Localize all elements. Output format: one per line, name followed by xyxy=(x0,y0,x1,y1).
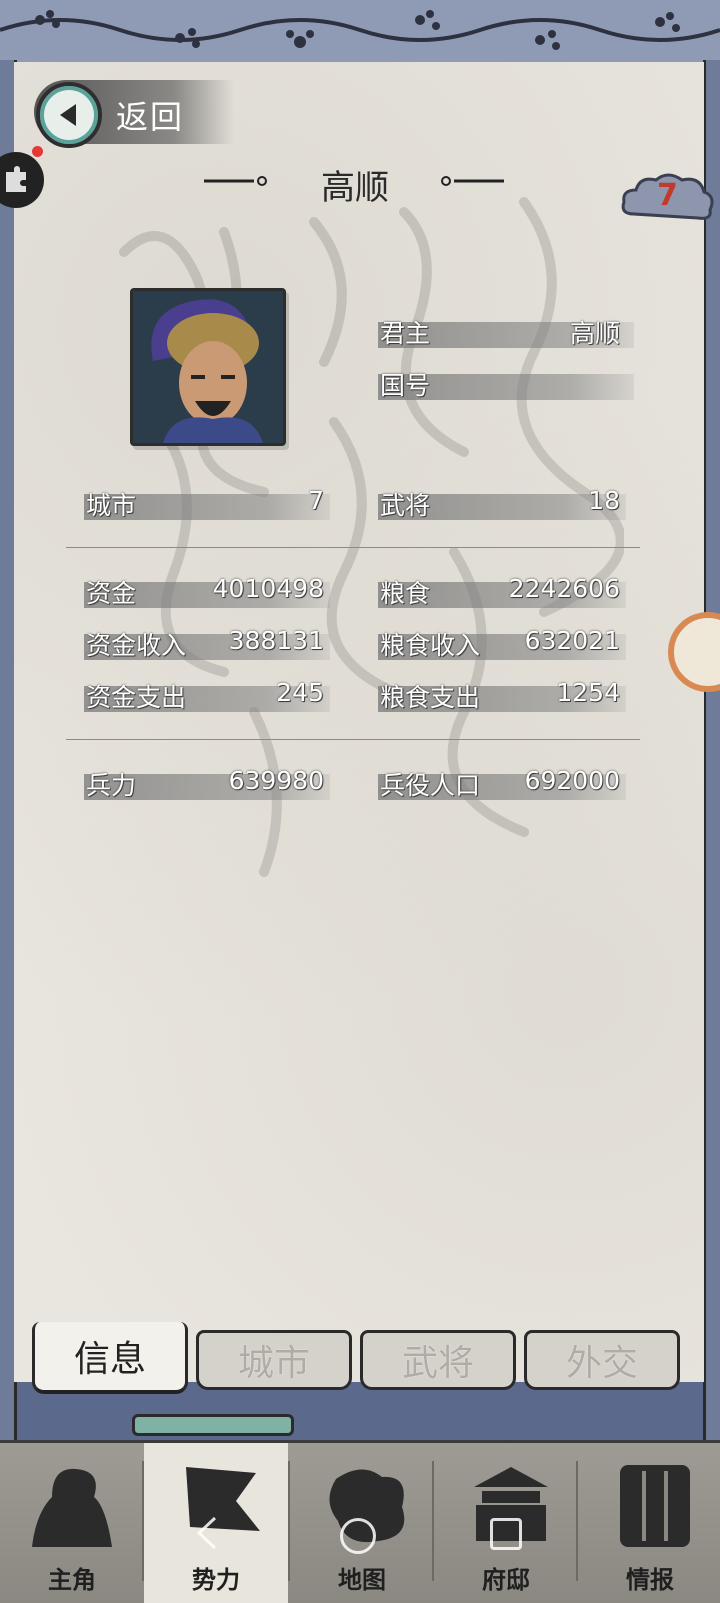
floral-pattern-icon xyxy=(0,10,720,50)
ruler-value: 高顺 xyxy=(569,319,620,348)
stat-row-food-income: 粮食收入 632021 xyxy=(378,626,626,660)
divider xyxy=(66,739,640,740)
system-home-icon[interactable] xyxy=(340,1518,376,1554)
stat-row-generals: 武将 18 xyxy=(378,486,626,520)
scroll-icon xyxy=(620,1465,690,1547)
stat-value: 692000 xyxy=(524,766,620,795)
stat-row-cities: 城市 7 xyxy=(84,486,330,520)
tab-label: 外交 xyxy=(565,1343,638,1384)
tab-bar: 信息 城市 武将 外交 xyxy=(14,1322,704,1402)
avatar xyxy=(130,288,286,446)
back-arrow-icon[interactable] xyxy=(36,82,102,148)
tab-diplomacy[interactable]: 外交 xyxy=(524,1330,680,1390)
state-name-label: 国号 xyxy=(380,371,431,400)
stat-label: 粮食支出 xyxy=(380,683,481,712)
stat-value: 632021 xyxy=(524,626,620,655)
nav-label: 府邸 xyxy=(482,1566,530,1594)
divider xyxy=(66,547,640,548)
general-portrait-icon xyxy=(133,291,283,443)
stat-label: 城市 xyxy=(86,491,137,520)
stat-row-funds: 资金 4010498 xyxy=(84,574,330,608)
tab-label: 信息 xyxy=(73,1339,146,1380)
stat-label: 资金 xyxy=(86,579,137,608)
right-border xyxy=(703,60,720,1460)
tab-label: 城市 xyxy=(237,1343,310,1384)
ruler-label: 君主 xyxy=(380,319,431,348)
stat-value: 2242606 xyxy=(508,574,620,603)
stat-label: 资金收入 xyxy=(86,631,187,660)
stat-value: 7 xyxy=(308,486,324,515)
ruler-row: 君主 高顺 xyxy=(378,314,634,348)
state-name-row: 国号 xyxy=(378,366,634,400)
system-recents-icon[interactable] xyxy=(490,1518,522,1550)
notification-dot xyxy=(32,146,43,157)
warrior-icon xyxy=(32,1468,112,1547)
nav-label: 情报 xyxy=(626,1566,674,1594)
stat-value: 18 xyxy=(588,486,620,515)
badge-count: 7 xyxy=(657,178,678,213)
back-label[interactable]: 返回 xyxy=(116,92,184,138)
tab-label: 武将 xyxy=(401,1343,474,1384)
nav-label: 势力 xyxy=(192,1566,240,1594)
system-back-icon[interactable] xyxy=(195,1516,221,1550)
title-ornament-right-icon xyxy=(441,176,504,186)
stat-label: 粮食收入 xyxy=(380,631,481,660)
top-decorative-band xyxy=(0,0,720,65)
stat-value: 1254 xyxy=(556,678,620,707)
stat-value: 388131 xyxy=(228,626,324,655)
nav-label: 主角 xyxy=(48,1566,96,1594)
nav-intel[interactable]: 情报 xyxy=(578,1443,720,1603)
info-panel xyxy=(14,62,704,1382)
tab-info[interactable]: 信息 xyxy=(32,1322,188,1394)
stat-label: 粮食 xyxy=(380,579,431,608)
active-nav-banner xyxy=(132,1414,294,1436)
stat-label: 武将 xyxy=(380,491,431,520)
tab-cities[interactable]: 城市 xyxy=(196,1330,352,1390)
nav-label: 地图 xyxy=(338,1566,386,1594)
stat-row-troops: 兵力 639980 xyxy=(84,766,330,800)
stat-value: 245 xyxy=(276,678,324,707)
stat-row-food-expense: 粮食支出 1254 xyxy=(378,678,626,712)
stat-value: 4010498 xyxy=(212,574,324,603)
stat-label: 兵力 xyxy=(86,771,137,800)
stat-row-funds-expense: 资金支出 245 xyxy=(84,678,330,712)
stat-row-conscript-population: 兵役人口 692000 xyxy=(378,766,626,800)
stat-row-funds-income: 资金收入 388131 xyxy=(84,626,330,660)
stat-label: 资金支出 xyxy=(86,683,187,712)
flag-icon xyxy=(186,1467,260,1531)
nav-protagonist[interactable]: 主角 xyxy=(0,1443,144,1603)
stat-row-food: 粮食 2242606 xyxy=(378,574,626,608)
tab-generals[interactable]: 武将 xyxy=(360,1330,516,1390)
stat-value: 639980 xyxy=(228,766,324,795)
stat-label: 兵役人口 xyxy=(380,771,481,800)
page-title: 高顺 xyxy=(321,168,389,208)
